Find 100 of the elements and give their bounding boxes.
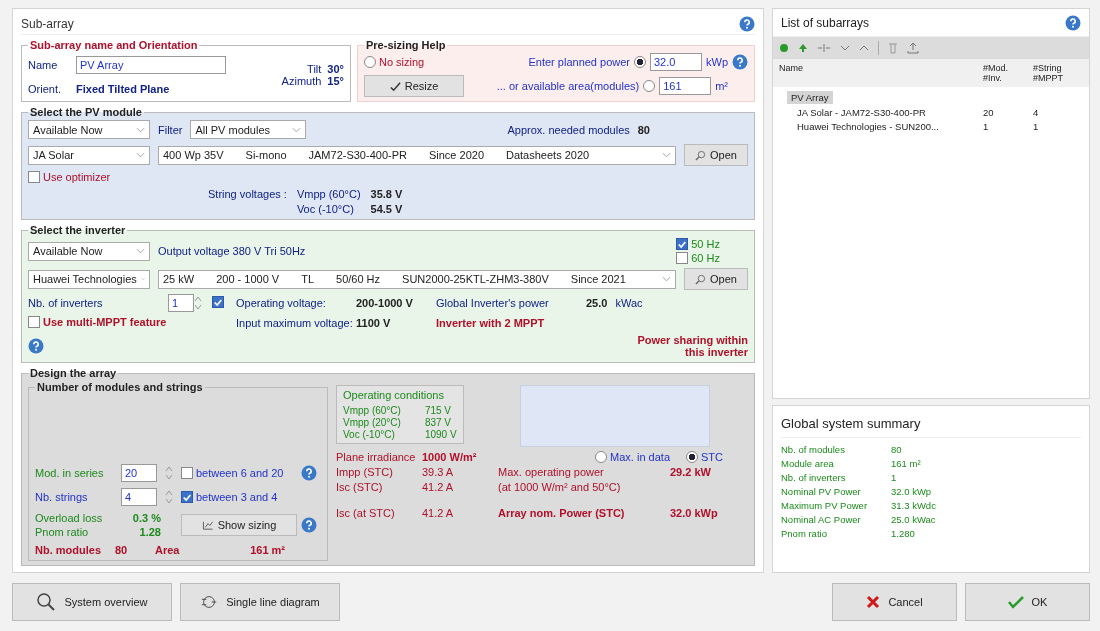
check-icon bbox=[389, 80, 401, 92]
export-icon[interactable] bbox=[907, 42, 919, 54]
help-icon[interactable] bbox=[301, 517, 317, 533]
input-field[interactable]: 161 bbox=[659, 77, 712, 95]
help-icon[interactable] bbox=[1065, 14, 1081, 31]
unit-label: kWac bbox=[615, 297, 643, 309]
field-label: Nb. strings bbox=[35, 491, 89, 503]
checkbox[interactable] bbox=[181, 467, 193, 479]
spin-button[interactable] bbox=[194, 294, 202, 312]
checkbox[interactable] bbox=[676, 238, 689, 250]
checkbox[interactable] bbox=[28, 171, 40, 183]
open-button[interactable]: Open bbox=[684, 144, 748, 166]
voltage-value: 200-1000 V bbox=[356, 297, 414, 309]
section-title: Number of modules and strings bbox=[36, 381, 204, 393]
input-field[interactable]: PV Array bbox=[76, 55, 226, 74]
single-line-diagram-button[interactable]: Single line diagram bbox=[180, 583, 340, 621]
tree-item: Huawei Technologies - SUN200... bbox=[797, 121, 940, 132]
checkbox-label[interactable]: between 3 and 4 bbox=[196, 491, 278, 503]
dropdown[interactable]: 25 kW 200 - 1000 V TL 50/60 Hz SUN2000-25KTL-ZHM3-380V Since 2021 bbox=[158, 269, 676, 289]
tree-item[interactable]: PV Array bbox=[787, 91, 833, 104]
radio-button[interactable] bbox=[686, 451, 698, 463]
checkbox-label[interactable]: 60 Hz bbox=[691, 252, 720, 264]
system-overview-button[interactable]: System overview bbox=[12, 583, 172, 621]
input-field[interactable]: 20 bbox=[121, 464, 157, 482]
current-value: 39.3 A bbox=[422, 466, 455, 478]
summary-label: Nominal AC Power bbox=[781, 514, 862, 525]
radio-button[interactable] bbox=[364, 56, 376, 68]
ok-button[interactable]: OK bbox=[965, 583, 1090, 621]
caret-icon bbox=[136, 152, 145, 158]
help-icon[interactable] bbox=[28, 338, 44, 354]
field-label: Filter bbox=[158, 123, 183, 136]
close-icon bbox=[866, 595, 881, 609]
radio-label: STC bbox=[701, 451, 723, 463]
checkbox[interactable] bbox=[28, 316, 40, 328]
open-button[interactable]: Open bbox=[684, 268, 748, 290]
summary-value: 80 bbox=[891, 444, 903, 455]
checkbox-label[interactable]: between 6 and 20 bbox=[196, 467, 284, 479]
field-label: Azimuth bbox=[281, 75, 322, 87]
dropdown[interactable]: JA Solar bbox=[28, 145, 150, 165]
chevron-up-icon[interactable] bbox=[859, 43, 869, 53]
search-icon bbox=[695, 273, 707, 285]
table-cell-text: 20 bbox=[983, 107, 995, 118]
field-label: Vmpp (60°C) bbox=[343, 405, 401, 416]
dropdown[interactable]: 400 Wp 35V Si-mono JAM72-S30-400-PR Since 2020 Datasheets 2020 bbox=[158, 145, 676, 165]
dropdown[interactable]: Available Now bbox=[28, 120, 150, 139]
checkbox-label[interactable]: 50 Hz bbox=[691, 238, 720, 250]
section-title: Sub-array name and Orientation bbox=[29, 39, 199, 51]
add-icon[interactable] bbox=[779, 43, 789, 53]
orientation-value: Fixed Tilted Plane bbox=[76, 82, 171, 95]
cancel-button[interactable]: Cancel bbox=[832, 583, 957, 621]
dropdown[interactable]: Available Now bbox=[28, 241, 150, 261]
power-value: 29.2 kW bbox=[670, 466, 712, 478]
radio-button[interactable] bbox=[595, 451, 608, 463]
sharing-note: Power sharing within this inverter bbox=[636, 334, 748, 358]
spin-button[interactable] bbox=[165, 488, 173, 506]
table-cell-text: 4 bbox=[1033, 107, 1040, 118]
summary-label: Nb. of inverters bbox=[781, 472, 847, 483]
dropdown[interactable]: Huawei Technologies bbox=[28, 269, 150, 289]
field-label: Approx. needed modules bbox=[507, 123, 630, 136]
checkbox[interactable] bbox=[181, 491, 193, 503]
voltage-value: 35.8 V bbox=[370, 188, 403, 200]
checkbox[interactable] bbox=[676, 252, 689, 264]
help-icon[interactable] bbox=[301, 465, 317, 481]
checkbox-label[interactable]: Use multi-MPPT feature bbox=[43, 316, 167, 328]
voltage-value: 1100 V bbox=[356, 317, 392, 329]
help-icon[interactable] bbox=[732, 54, 748, 70]
current-value: 41.2 A bbox=[422, 481, 455, 493]
caret-icon bbox=[136, 126, 145, 133]
output-voltage: Output voltage 380 V Tri 50Hz bbox=[158, 245, 306, 257]
radio-button[interactable] bbox=[634, 56, 646, 68]
caret-icon bbox=[136, 248, 145, 254]
input-field[interactable]: 32.0 bbox=[650, 53, 702, 71]
up-arrow-icon[interactable] bbox=[798, 43, 808, 53]
show-sizing-button[interactable]: Show sizing bbox=[181, 514, 297, 536]
help-icon[interactable] bbox=[739, 15, 755, 32]
checkbox-label[interactable]: Use optimizer bbox=[43, 171, 111, 183]
field-label: Orient. bbox=[28, 82, 62, 95]
input-field[interactable]: 4 bbox=[121, 488, 157, 506]
field-label: Nb. of inverters bbox=[28, 297, 104, 309]
voltage-value: 54.5 V bbox=[370, 203, 403, 215]
spin-button[interactable] bbox=[165, 464, 173, 482]
summary-value: 31.3 kWdc bbox=[891, 500, 937, 511]
field-label: Vmpp (60°C) bbox=[296, 188, 361, 200]
dropdown[interactable]: All PV modules bbox=[190, 120, 307, 139]
column-header: #String #MPPT bbox=[1033, 63, 1064, 83]
area-value: 161 m² bbox=[250, 544, 285, 556]
needed-value: 80 bbox=[637, 123, 650, 136]
field-label: Vmpp (20°C) bbox=[343, 417, 401, 428]
field-label: Input maximum voltage: bbox=[236, 317, 354, 329]
checkbox[interactable] bbox=[212, 296, 224, 309]
chevron-down-icon[interactable] bbox=[840, 43, 850, 53]
field-label: Pnom ratio bbox=[35, 526, 90, 538]
caret-icon bbox=[662, 276, 671, 282]
resize-button[interactable]: Resize bbox=[364, 75, 464, 97]
field-label: Operating voltage: bbox=[236, 297, 327, 309]
summary-label: Pnom ratio bbox=[781, 528, 828, 539]
radio-button[interactable] bbox=[643, 80, 656, 92]
panel-title: Sub-array bbox=[21, 16, 74, 31]
field-label: Voc (-10°C) bbox=[343, 429, 396, 440]
input-field[interactable]: 1 bbox=[168, 294, 194, 312]
